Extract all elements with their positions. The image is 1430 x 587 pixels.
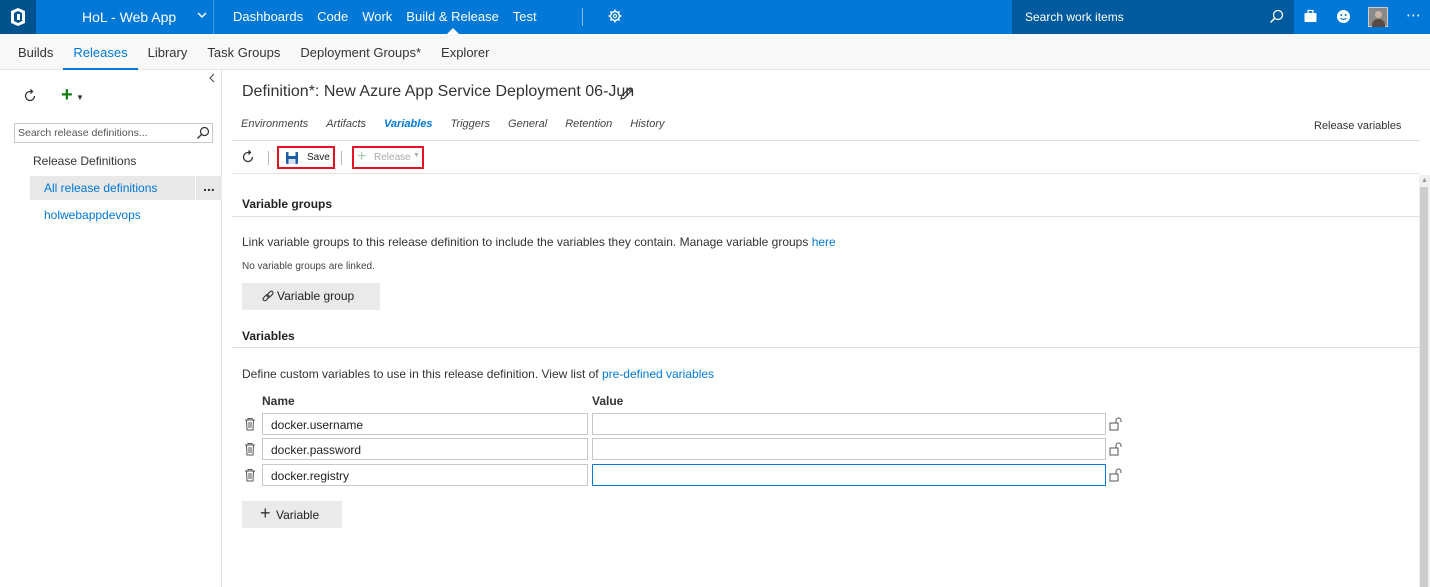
variable-row: docker.registry xyxy=(242,464,1132,486)
refresh-icon[interactable] xyxy=(240,149,256,168)
variable-name-field[interactable]: docker.registry xyxy=(262,464,588,486)
hub-dashboards[interactable]: Dashboards xyxy=(226,0,310,34)
save-button[interactable]: Save xyxy=(277,146,335,169)
collapse-pane-icon[interactable] xyxy=(208,72,216,86)
tab-task-groups[interactable]: Task Groups xyxy=(197,34,290,70)
tab-triggers[interactable]: Triggers xyxy=(442,118,500,134)
variable-name-field[interactable]: docker.username xyxy=(262,413,588,435)
trash-icon[interactable] xyxy=(244,442,256,459)
column-header-value: Value xyxy=(592,394,624,408)
scrollbar-thumb[interactable] xyxy=(1420,187,1428,587)
search-icon[interactable] xyxy=(196,126,210,143)
release-variables-link[interactable]: Release variables xyxy=(1314,120,1401,132)
link-icon xyxy=(261,290,275,307)
hub-build-release[interactable]: Build & Release xyxy=(399,0,506,34)
definition-search-input[interactable] xyxy=(15,124,190,142)
tab-retention[interactable]: Retention xyxy=(556,118,621,134)
definition-search[interactable] xyxy=(14,123,213,143)
predefined-variables-link[interactable]: pre-defined variables xyxy=(602,367,714,381)
variables-heading: Variables xyxy=(242,329,295,343)
release-button[interactable]: + Release ▼ xyxy=(352,146,424,169)
page-title: Definition*: New Azure App Service Deplo… xyxy=(242,83,635,100)
tab-history[interactable]: History xyxy=(621,118,673,134)
no-variable-groups-text: No variable groups are linked. xyxy=(242,261,375,272)
variable-value-field[interactable] xyxy=(592,413,1106,435)
chevron-down-icon[interactable]: ▼ xyxy=(76,93,84,102)
hub-work[interactable]: Work xyxy=(355,0,399,34)
chevron-down-icon[interactable] xyxy=(196,9,208,24)
definition-tabs: Environments Artifacts Variables Trigger… xyxy=(232,118,674,134)
add-variable-label: Variable xyxy=(276,508,320,522)
vsts-logo-icon[interactable] xyxy=(0,0,36,34)
tab-releases[interactable]: Releases xyxy=(63,34,138,70)
scroll-up-icon[interactable]: ▲ xyxy=(1421,177,1428,184)
link-variable-group-button[interactable]: Variable group xyxy=(242,283,380,310)
tree-item-all-definitions[interactable]: All release definitions xyxy=(30,176,195,200)
project-name[interactable]: HoL - Web App xyxy=(82,9,176,25)
more-icon[interactable]: ⋯ xyxy=(1406,6,1422,24)
trash-icon[interactable] xyxy=(244,417,256,434)
variable-groups-heading: Variable groups xyxy=(242,197,333,211)
variable-value-field[interactable] xyxy=(592,464,1106,486)
divider xyxy=(268,151,269,165)
variable-groups-description: Link variable groups to this release def… xyxy=(242,235,836,249)
left-pane xyxy=(0,70,222,587)
tab-builds[interactable]: Builds xyxy=(8,34,63,70)
variable-row: docker.password xyxy=(242,438,1132,460)
hub-nav: Dashboards Code Work Build & Release Tes… xyxy=(226,0,544,34)
briefcase-icon[interactable] xyxy=(1303,9,1318,27)
unlock-icon[interactable] xyxy=(1109,442,1123,459)
divider xyxy=(341,151,342,165)
variables-description: Define custom variables to use in this r… xyxy=(242,367,715,381)
tab-explorer[interactable]: Explorer xyxy=(431,34,499,70)
variable-name-field[interactable]: docker.password xyxy=(262,438,588,460)
tab-artifacts[interactable]: Artifacts xyxy=(317,118,375,134)
scrollbar[interactable]: ▲ xyxy=(1419,175,1430,587)
variable-value-field[interactable] xyxy=(592,438,1106,460)
tab-deployment-groups[interactable]: Deployment Groups* xyxy=(290,34,431,70)
trash-icon[interactable] xyxy=(244,468,256,485)
tree-root-label[interactable]: Release Definitions xyxy=(33,154,136,168)
add-definition-button[interactable]: + xyxy=(61,84,73,107)
divider xyxy=(582,8,583,26)
avatar[interactable] xyxy=(1368,7,1388,27)
divider xyxy=(232,216,1420,217)
more-actions-button[interactable]: ... xyxy=(196,176,222,200)
smiley-icon[interactable] xyxy=(1336,9,1351,27)
divider xyxy=(232,140,1420,141)
column-header-name: Name xyxy=(262,394,295,408)
top-bar: HoL - Web App Dashboards Code Work Build… xyxy=(0,0,1430,34)
variable-row: docker.username xyxy=(242,413,1132,435)
tab-library[interactable]: Library xyxy=(138,34,198,70)
plus-icon: + xyxy=(357,148,367,165)
save-label: Save xyxy=(307,152,330,163)
refresh-icon[interactable] xyxy=(22,88,38,107)
release-label: Release xyxy=(374,152,411,163)
gear-icon[interactable] xyxy=(607,8,623,27)
search-icon[interactable] xyxy=(1269,9,1284,27)
search-work-items[interactable]: Search work items xyxy=(1012,0,1294,34)
hub-test[interactable]: Test xyxy=(506,0,544,34)
unlock-icon[interactable] xyxy=(1109,468,1123,485)
divider xyxy=(232,347,1420,348)
tree-item-holwebappdevops[interactable]: holwebappdevops xyxy=(44,208,141,222)
divider xyxy=(232,173,1420,174)
manage-variable-groups-link[interactable]: here xyxy=(812,235,836,249)
tab-general[interactable]: General xyxy=(499,118,556,134)
chevron-down-icon: ▼ xyxy=(413,152,420,159)
divider xyxy=(213,0,214,34)
hub-code[interactable]: Code xyxy=(310,0,355,34)
tab-environments[interactable]: Environments xyxy=(232,118,317,134)
sub-nav-bar: Builds Releases Library Task Groups Depl… xyxy=(0,34,1430,70)
plus-icon: + xyxy=(260,503,271,523)
tree-item-label[interactable]: All release definitions xyxy=(44,181,157,195)
unlock-icon[interactable] xyxy=(1109,417,1123,434)
tab-variables[interactable]: Variables xyxy=(375,118,442,134)
search-placeholder[interactable]: Search work items xyxy=(1025,10,1124,24)
add-variable-button[interactable]: + Variable xyxy=(242,501,342,528)
save-icon xyxy=(285,151,299,168)
pencil-icon[interactable] xyxy=(619,86,634,104)
variable-group-label: Variable group xyxy=(277,289,355,303)
